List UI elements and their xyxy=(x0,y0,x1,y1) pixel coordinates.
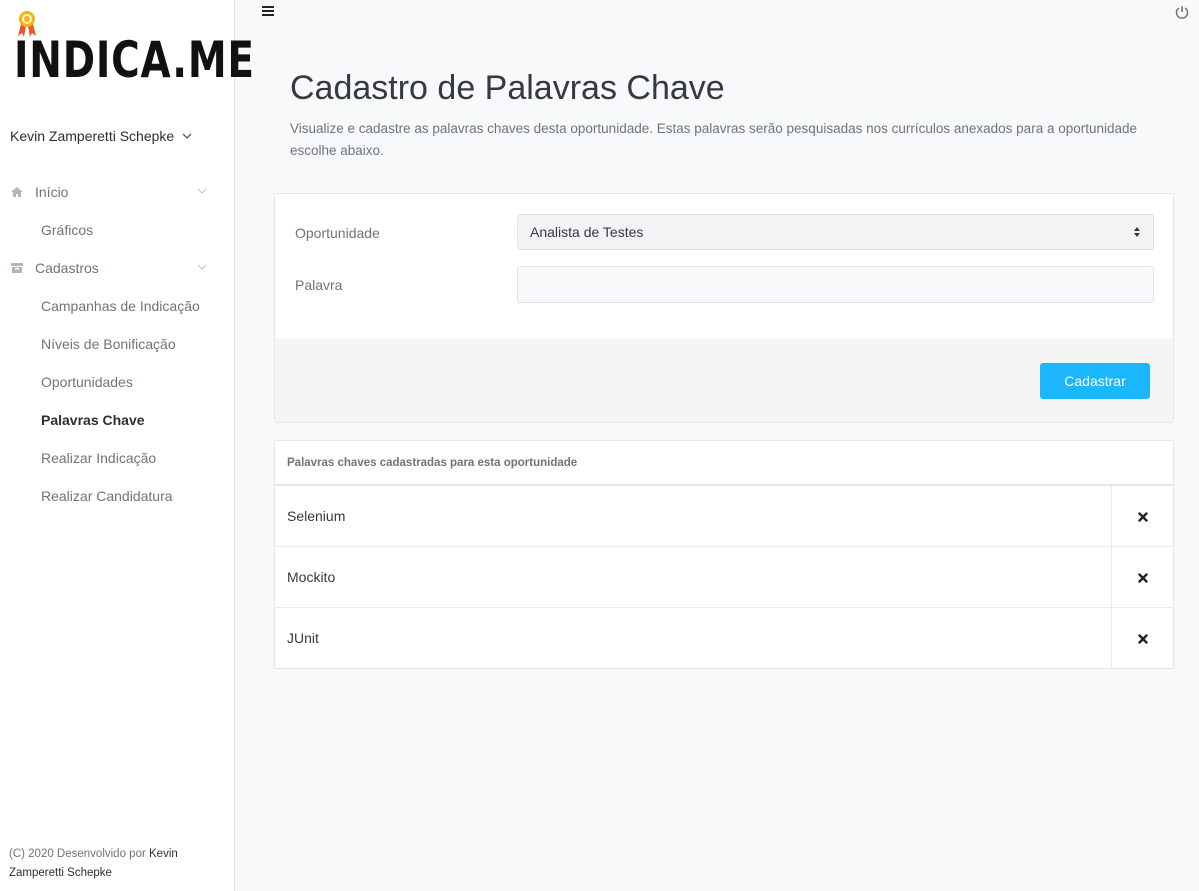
brand-logo-text: INDICA.ME xyxy=(14,31,255,89)
delete-icon[interactable] xyxy=(1137,511,1148,522)
word-input[interactable] xyxy=(517,266,1154,303)
power-icon[interactable] xyxy=(1175,4,1189,20)
sidebar-item-campanhas[interactable]: Campanhas de Indicação xyxy=(0,287,225,325)
home-icon xyxy=(11,187,23,197)
table-row: Selenium xyxy=(275,486,1173,547)
opportunity-selected-value: Analista de Testes xyxy=(530,224,644,240)
sidebar-item-label: Oportunidades xyxy=(41,374,133,390)
keyword-cell: Selenium xyxy=(287,508,346,524)
table-row: JUnit xyxy=(275,608,1173,669)
sidebar-item-label: Realizar Indicação xyxy=(41,450,157,466)
table-row: Mockito xyxy=(275,547,1173,608)
sidebar-item-label: Palavras Chave xyxy=(41,412,145,428)
word-label: Palavra xyxy=(295,277,343,293)
table-header: Palavras chaves cadastradas para esta op… xyxy=(275,441,1173,486)
page-description: Visualize e cadastre as palavras chaves … xyxy=(290,121,1138,158)
sidebar-item-palavras-chave[interactable]: Palavras Chave xyxy=(0,401,225,439)
keywords-table: Palavras chaves cadastradas para esta op… xyxy=(274,440,1174,669)
sidebar-item-label: Realizar Candidatura xyxy=(41,488,173,504)
sidebar-item-niveis[interactable]: Níveis de Bonificação xyxy=(0,325,225,363)
user-name: Kevin Zamperetti Schepke xyxy=(10,128,175,144)
page-title: Cadastro de Palavras Chave xyxy=(290,69,725,107)
keyword-form: Oportunidade Analista de Testes Palavra … xyxy=(274,193,1174,423)
sidebar-item-label: Campanhas de Indicação xyxy=(41,298,200,314)
sidebar: INDICA.ME Kevin Zamperetti Schepke Iníci… xyxy=(0,0,254,891)
sidebar-item-label: Cadastros xyxy=(35,260,99,276)
footer-text: (C) 2020 Desenvolvido por xyxy=(9,848,146,860)
opportunity-select[interactable]: Analista de Testes xyxy=(517,214,1154,250)
sidebar-footer: (C) 2020 Desenvolvido por Kevin Zamperet… xyxy=(9,845,209,883)
sidebar-item-graficos[interactable]: Gráficos xyxy=(0,211,225,249)
delete-icon[interactable] xyxy=(1137,572,1148,583)
sidebar-item-label: Gráficos xyxy=(41,222,94,238)
sidebar-item-label: Início xyxy=(35,184,69,200)
chevron-down-icon xyxy=(197,188,207,194)
archive-icon xyxy=(11,263,23,273)
form-footer: Cadastrar xyxy=(275,339,1173,422)
sidebar-item-cadastros[interactable]: Cadastros xyxy=(0,249,225,287)
sidebar-item-oportunidades[interactable]: Oportunidades xyxy=(0,363,225,401)
sidebar-item-realizar-candidatura[interactable]: Realizar Candidatura xyxy=(0,477,225,515)
hamburger-menu-icon[interactable] xyxy=(261,4,275,18)
cadastrar-button[interactable]: Cadastrar xyxy=(1040,363,1150,399)
sidebar-item-label: Níveis de Bonificação xyxy=(41,336,176,352)
delete-cell xyxy=(1111,608,1173,669)
user-menu[interactable]: Kevin Zamperetti Schepke xyxy=(10,128,192,144)
chevron-down-icon xyxy=(197,264,207,270)
keyword-cell: JUnit xyxy=(287,630,319,646)
delete-cell xyxy=(1111,486,1173,547)
opportunity-label: Oportunidade xyxy=(295,225,380,241)
delete-icon[interactable] xyxy=(1137,633,1148,644)
sidebar-item-inicio[interactable]: Início xyxy=(0,173,225,211)
keyword-cell: Mockito xyxy=(287,569,336,585)
sidebar-item-realizar-indicacao[interactable]: Realizar Indicação xyxy=(0,439,225,477)
delete-cell xyxy=(1111,547,1173,608)
select-arrows-icon xyxy=(1134,227,1140,237)
chevron-down-icon xyxy=(182,133,192,139)
